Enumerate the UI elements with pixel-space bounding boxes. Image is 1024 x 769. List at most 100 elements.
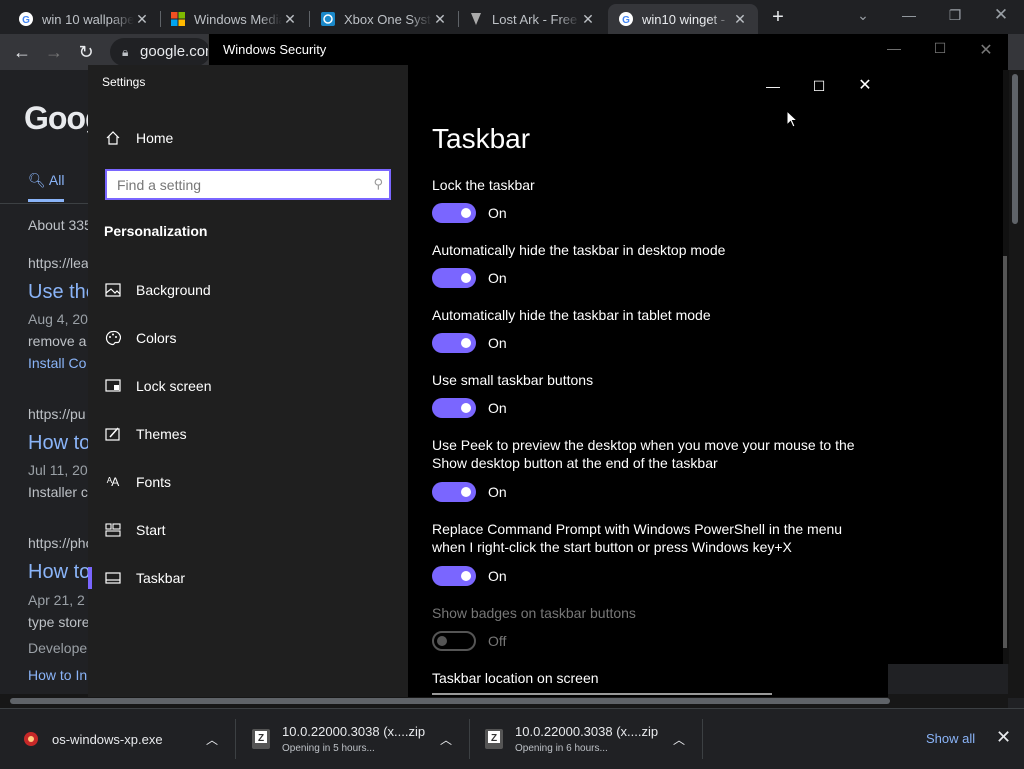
scrollbar-thumb[interactable] <box>1003 256 1007 648</box>
browser-close-icon[interactable]: ✕ <box>978 0 1024 30</box>
download-filename: os-windows-xp.exe <box>52 731 163 747</box>
nav-label: Background <box>136 282 211 298</box>
font-icon: ᴬA <box>106 475 119 489</box>
winsec-scrollbar[interactable] <box>1003 70 1009 664</box>
close-tab-icon[interactable]: ✕ <box>282 11 298 28</box>
winsec-minimize-icon[interactable]: — <box>879 40 909 56</box>
settings-content: — ☐ ✕ Taskbar Lock the taskbar On Automa… <box>408 65 888 697</box>
show-all-downloads-link[interactable]: Show all <box>926 731 975 746</box>
toggle-knob <box>461 338 471 348</box>
toggle-knob <box>461 208 471 218</box>
result-snippet: type store <box>28 614 90 630</box>
scrollbar-thumb[interactable] <box>10 698 890 704</box>
browser-maximize-icon[interactable]: ❐ <box>932 0 978 30</box>
google-icon: G <box>18 11 34 27</box>
option-label: Use small taskbar buttons <box>432 372 594 388</box>
taskbar-location-dropdown[interactable] <box>432 693 772 697</box>
back-arrow-icon[interactable]: ← <box>10 40 34 64</box>
browser-tab-5[interactable]: G win10 winget - ✕ <box>608 4 758 34</box>
nav-fonts[interactable]: ᴬA Fonts <box>88 462 408 502</box>
nav-background[interactable]: Background <box>88 270 408 310</box>
download-item[interactable]: Z 10.0.22000.3038 (x....zip Opening in 6… <box>483 709 683 769</box>
toggle-knob <box>461 403 471 413</box>
browser-tab-3[interactable]: Xbox One Syste ✕ <box>310 4 458 34</box>
new-tab-button[interactable]: + <box>766 6 790 30</box>
settings-minimize-icon[interactable]: — <box>750 71 796 101</box>
toggle-state: On <box>488 270 507 286</box>
address-bar[interactable]: 🔒︎ google.com <box>110 38 210 66</box>
browser-minimize-icon[interactable]: — <box>886 0 932 30</box>
page-vertical-scrollbar[interactable] <box>1008 70 1024 698</box>
nav-start[interactable]: Start <box>88 510 408 550</box>
tab-title: win 10 wallpape <box>42 11 134 27</box>
toggle-state: On <box>488 484 507 500</box>
powershell-toggle[interactable] <box>432 566 476 586</box>
search-icon[interactable]: ⚲ <box>373 176 383 192</box>
lostark-icon <box>468 11 484 27</box>
tab-search-chevron-icon[interactable]: ⌄ <box>840 0 886 30</box>
find-setting-search[interactable]: ⚲ <box>105 169 391 200</box>
nav-label: Lock screen <box>136 378 212 394</box>
close-tab-icon[interactable]: ✕ <box>732 11 748 28</box>
search-input[interactable] <box>107 171 347 198</box>
winsec-close-icon[interactable]: ✕ <box>971 40 1001 60</box>
option-label: Use Peek to preview the desktop when you… <box>432 437 855 471</box>
result-snippet: Installer c <box>28 484 88 500</box>
windows-security-title: Windows Security <box>223 42 327 57</box>
nav-home[interactable]: Home <box>88 118 408 158</box>
download-item[interactable]: Z 10.0.22000.3038 (x....zip Opening in 5… <box>250 709 450 769</box>
home-icon <box>88 130 136 146</box>
download-status: Opening in 6 hours... <box>515 743 608 754</box>
close-tab-icon[interactable]: ✕ <box>580 11 596 28</box>
zip-file-icon: Z <box>250 728 272 750</box>
winsec-maximize-icon[interactable]: ☐ <box>925 40 955 57</box>
toggle-knob <box>461 571 471 581</box>
nav-label: Fonts <box>136 474 172 490</box>
peek-toggle[interactable] <box>432 482 476 502</box>
result-sublink[interactable]: Install Co <box>28 355 86 371</box>
settings-close-icon[interactable]: ✕ <box>842 71 888 101</box>
chevron-up-icon[interactable]: ︿ <box>440 731 452 748</box>
lock-icon: 🔒︎ <box>122 45 129 59</box>
result-title-link[interactable]: Use the <box>28 281 97 304</box>
option-label: Replace Command Prompt with Windows Powe… <box>432 521 843 555</box>
autohide-desktop-toggle[interactable] <box>432 268 476 288</box>
download-item[interactable]: os-windows-xp.exe <box>20 709 220 769</box>
lock-screen-icon <box>88 379 136 393</box>
close-download-bar-icon[interactable]: ✕ <box>996 727 1011 748</box>
download-divider <box>235 719 236 759</box>
small-buttons-toggle[interactable] <box>432 398 476 418</box>
result-title-link[interactable]: How to <box>28 432 90 455</box>
chevron-up-icon[interactable]: ︿ <box>673 731 685 748</box>
result-date: Apr 21, 2 <box>28 592 85 608</box>
browser-tab-1[interactable]: G win 10 wallpape ✕ <box>8 4 160 34</box>
nav-lock-screen[interactable]: Lock screen <box>88 366 408 406</box>
nav-taskbar[interactable]: Taskbar <box>88 558 408 598</box>
close-tab-icon[interactable]: ✕ <box>134 11 150 28</box>
nav-label: Colors <box>136 330 177 346</box>
browser-tab-4[interactable]: Lost Ark - Free t ✕ <box>458 4 606 34</box>
toggle-state: Off <box>488 633 507 649</box>
badges-toggle[interactable] <box>432 631 476 651</box>
nav-colors[interactable]: Colors <box>88 318 408 358</box>
result-sublink[interactable]: How to In <box>28 667 87 683</box>
result-url: https://pho <box>28 535 94 551</box>
tab-all-label: All <box>48 172 65 188</box>
settings-maximize-icon[interactable]: ☐ <box>796 71 842 101</box>
close-tab-icon[interactable]: ✕ <box>432 11 448 28</box>
scrollbar-thumb[interactable] <box>1012 74 1018 224</box>
browser-tab-2[interactable]: Windows Media ✕ <box>160 4 308 34</box>
tab-all[interactable]: 🔍︎ All <box>28 172 64 189</box>
start-icon <box>88 523 136 537</box>
toggle-state: On <box>488 335 507 351</box>
xbox-icon <box>320 11 336 27</box>
chevron-up-icon[interactable]: ︿ <box>206 731 218 748</box>
reload-icon[interactable]: ↻ <box>74 40 98 64</box>
lock-taskbar-toggle[interactable] <box>432 203 476 223</box>
nav-themes[interactable]: Themes <box>88 414 408 454</box>
autohide-tablet-toggle[interactable] <box>432 333 476 353</box>
result-title-link[interactable]: How to <box>28 561 90 584</box>
forward-arrow-icon[interactable]: → <box>42 40 66 64</box>
tab-title: win10 winget - <box>642 11 726 27</box>
tab-all-underline <box>28 199 64 202</box>
